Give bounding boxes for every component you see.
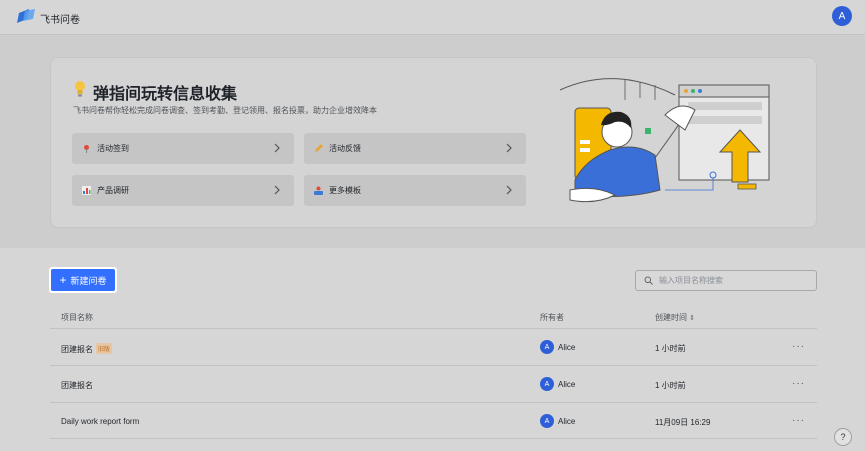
sort-icon[interactable]: ⇕ bbox=[689, 315, 695, 322]
chevron-right-icon bbox=[506, 185, 512, 195]
created-time: 1 小时前 bbox=[655, 381, 686, 390]
lightbulb-icon bbox=[75, 81, 85, 97]
new-survey-button-inner[interactable]: + 新建问卷 bbox=[51, 269, 115, 291]
pin-icon bbox=[82, 144, 91, 153]
table-row[interactable]: 团建报名 旧版 A Alice 1 小时前 ··· bbox=[50, 328, 817, 365]
hero-illustration bbox=[559, 78, 770, 203]
project-name[interactable]: Daily work report form bbox=[61, 417, 139, 426]
owner-name: Alice bbox=[558, 416, 576, 426]
app-title: 飞书问卷 bbox=[40, 15, 80, 26]
templates-icon bbox=[314, 186, 323, 195]
avatar: A bbox=[540, 414, 554, 428]
legacy-badge: 旧版 bbox=[96, 343, 113, 354]
created-time: 11月09日 16:29 bbox=[655, 418, 711, 427]
app-logo-icon[interactable] bbox=[17, 9, 35, 23]
created-time: 1 小时前 bbox=[655, 344, 686, 353]
plus-icon: + bbox=[59, 273, 67, 287]
table-row[interactable]: 团建报名 A Alice 1 小时前 ··· bbox=[50, 365, 817, 402]
new-survey-button[interactable]: + 新建问卷 bbox=[49, 267, 117, 293]
template-activity-feedback[interactable]: 活动反馈 bbox=[304, 133, 526, 164]
owner: A Alice bbox=[540, 414, 575, 428]
chevron-right-icon bbox=[274, 185, 280, 195]
hero-title: 弹指间玩转信息收集 bbox=[93, 86, 238, 103]
owner: A Alice bbox=[540, 340, 575, 354]
column-header-owner: 所有者 bbox=[540, 313, 564, 322]
template-more[interactable]: 更多模板 bbox=[304, 175, 526, 206]
more-icon[interactable]: ··· bbox=[792, 341, 805, 352]
chevron-right-icon bbox=[274, 143, 280, 153]
template-label: 活动签到 bbox=[97, 144, 129, 153]
owner-name: Alice bbox=[558, 342, 576, 352]
column-header-name: 项目名称 bbox=[61, 313, 93, 322]
search-placeholder: 输入项目名称搜索 bbox=[659, 276, 723, 285]
template-label: 产品调研 bbox=[97, 186, 129, 195]
avatar: A bbox=[540, 340, 554, 354]
project-name[interactable]: 团建报名 旧版 bbox=[61, 343, 113, 355]
template-label: 更多模板 bbox=[329, 186, 361, 195]
new-survey-label: 新建问卷 bbox=[70, 275, 107, 286]
search-input[interactable]: 输入项目名称搜索 bbox=[635, 270, 817, 291]
user-avatar[interactable]: A bbox=[832, 6, 852, 26]
top-bar: 飞书问卷 A bbox=[0, 0, 865, 35]
column-header-created-label: 创建时间 bbox=[655, 313, 687, 322]
help-button[interactable]: ? bbox=[834, 428, 852, 446]
more-icon[interactable]: ··· bbox=[792, 415, 805, 426]
owner-name: Alice bbox=[558, 379, 576, 389]
project-name[interactable]: 团建报名 bbox=[61, 380, 93, 391]
search-icon bbox=[644, 276, 653, 285]
hero-subtitle: 飞书问卷帮你轻松完成问卷调查、签到考勤、登记领用、报名投票，助力企业增效降本 bbox=[73, 106, 377, 115]
column-header-created[interactable]: 创建时间 ⇕ bbox=[655, 312, 695, 323]
template-activity-checkin[interactable]: 活动签到 bbox=[72, 133, 294, 164]
project-name-text: 团建报名 bbox=[61, 345, 93, 354]
chevron-right-icon bbox=[506, 143, 512, 153]
avatar: A bbox=[540, 377, 554, 391]
owner: A Alice bbox=[540, 377, 575, 391]
chart-icon bbox=[82, 186, 91, 195]
table-row[interactable]: Daily work report form A Alice 11月09日 16… bbox=[50, 402, 817, 439]
pencil-icon bbox=[314, 144, 323, 153]
template-label: 活动反馈 bbox=[329, 144, 361, 153]
more-icon[interactable]: ··· bbox=[792, 378, 805, 389]
template-product-research[interactable]: 产品调研 bbox=[72, 175, 294, 206]
